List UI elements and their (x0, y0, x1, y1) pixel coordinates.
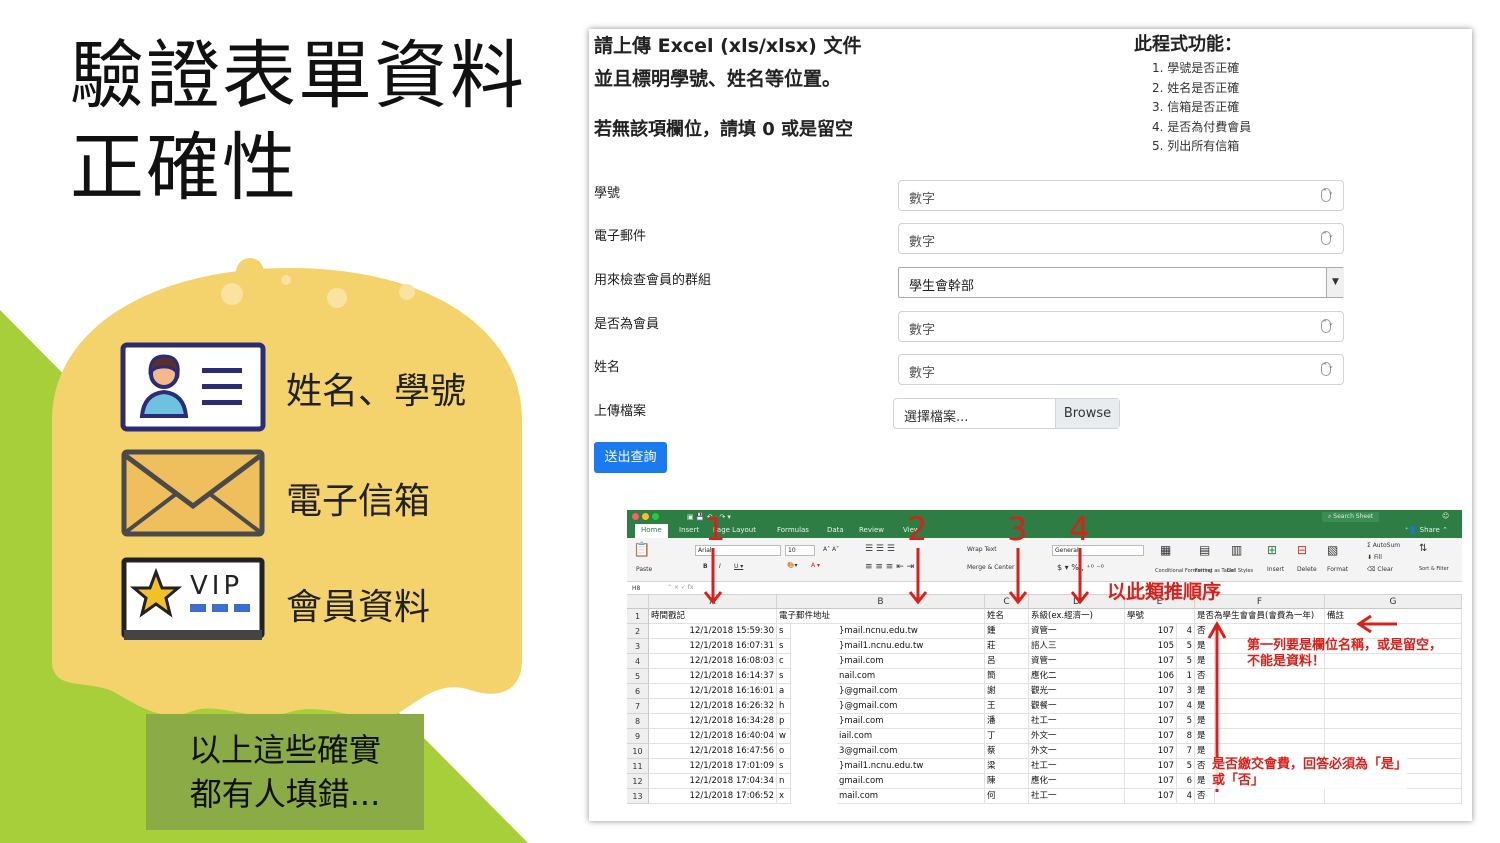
functions-title: 此程式功能： (1134, 34, 1242, 55)
vip-card-icon: VIP (121, 557, 265, 640)
function-item: 4. 是否為付費會員 (1152, 119, 1252, 134)
id-card-icon (120, 342, 266, 432)
upload-form-screenshot: 請上傳 Excel (xls/xlsx) 文件 並且標明學號、姓名等位置。 若無… (589, 29, 1472, 821)
function-item: 2. 姓名是否正確 (1152, 80, 1240, 95)
annotation-paid-note: 是否繳交會費，回答必須為「是」 或「否」 (1212, 757, 1408, 789)
field-label: 姓名 (594, 360, 621, 375)
feature-label: 姓名、學號 (286, 371, 467, 412)
form-row-email: 電子郵件 數字 ⌃⌄ (589, 223, 1472, 257)
file-placeholder: 選擇檔案... (904, 410, 969, 425)
stepper-icon[interactable]: ⌃⌄ (1321, 188, 1334, 202)
form-row-is-member: 是否為會員 數字 ⌃⌄ (589, 311, 1472, 345)
form-row-group: 用來檢查會員的群組 學生會幹部 ▼ (589, 267, 1472, 301)
annotation-paid-line2: 或「否」 (1212, 773, 1265, 788)
form-row-upload: 上傳檔案 選擇檔案... Browse (589, 398, 1472, 432)
name-column-input[interactable]: 數字 (898, 354, 1344, 385)
annotation-paid-line1: 是否繳交會費，回答必須為「是」 (1212, 757, 1408, 772)
submit-button[interactable]: 送出查詢 (594, 442, 667, 473)
stepper-icon[interactable]: ⌃⌄ (1321, 231, 1334, 245)
slide-title-line1: 驗證表單資料 (70, 33, 526, 119)
file-upload-field[interactable]: 選擇檔案... Browse (893, 398, 1120, 429)
annotation-first-row-line2: 不能是資料！ (1247, 654, 1326, 669)
student-id-input[interactable]: 數字 (898, 180, 1344, 211)
feature-label: 電子信箱 (286, 481, 431, 522)
function-item: 1. 學號是否正確 (1152, 61, 1240, 75)
field-label: 用來檢查會員的群組 (594, 273, 712, 288)
form-row-student-id: 學號 數字 ⌃⌄ (589, 180, 1472, 214)
browse-button[interactable]: Browse (1055, 399, 1119, 428)
note-line1: 以上這些確實 (188, 731, 381, 769)
field-label: 上傳檔案 (594, 404, 647, 419)
is-member-input[interactable]: 數字 (898, 311, 1344, 342)
annotation-first-row-note: 第一列要是欄位名稱，或是留空， 不能是資料！ (1247, 638, 1442, 670)
field-label: 電子郵件 (594, 229, 647, 244)
form-heading-1: 請上傳 Excel (xls/xlsx) 文件 (594, 35, 862, 57)
annotation-order-note: 以此類推順序 (1107, 581, 1222, 603)
feature-membership: VIP 會員資料 (120, 556, 520, 646)
field-label: 是否為會員 (594, 317, 660, 332)
email-column-input[interactable]: 數字 (898, 223, 1344, 254)
stepper-icon[interactable]: ⌃⌄ (1321, 319, 1334, 333)
slide-title-line2: 正確性 (70, 125, 298, 211)
function-item: 3. 信箱是否正確 (1152, 100, 1240, 114)
field-label: 學號 (594, 186, 621, 201)
envelope-icon (121, 449, 265, 537)
member-group-select[interactable]: 學生會幹部 (898, 267, 1344, 298)
function-item: 5. 列出所有信箱 (1152, 139, 1240, 153)
chevron-down-icon[interactable]: ▼ (1326, 268, 1344, 297)
slide-title: 驗證表單資料 正確性 (70, 30, 550, 214)
note-line2: 都有人填錯... (189, 775, 381, 813)
feature-label: 會員資料 (286, 587, 431, 628)
form-heading-2: 並且標明學號、姓名等位置。 (594, 68, 842, 90)
svg-text:VIP: VIP (190, 571, 243, 601)
note-box: 以上這些確實 都有人填錯... (146, 714, 424, 830)
annotation-first-row-line1: 第一列要是欄位名稱，或是留空， (1247, 638, 1443, 653)
stepper-icon[interactable]: ⌃⌄ (1321, 362, 1334, 376)
form-heading-3: 若無該項欄位，請填 0 或是留空 (594, 119, 854, 140)
feature-email: 電子信箱 (120, 448, 520, 538)
excel-screenshot: ▣ 💾 ↶ · ↷ ▾ ⌕ Search Sheet ☺ Home Insert… (627, 510, 1462, 821)
functions-list: 1. 學號是否正確 2. 姓名是否正確 3. 信箱是否正確 4. 是否為付費會員… (1152, 59, 1251, 157)
form-row-name: 姓名 數字 ⌃⌄ (589, 354, 1472, 388)
feature-name-id: 姓名、學號 (120, 342, 520, 432)
